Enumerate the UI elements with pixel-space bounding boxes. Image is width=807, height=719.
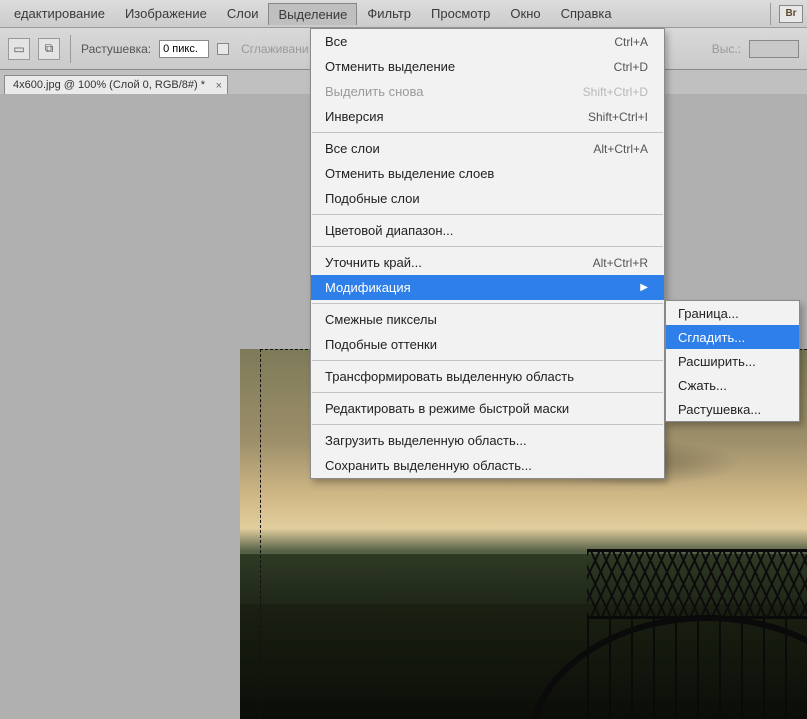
menu-item-label: Сохранить выделенную область... bbox=[325, 458, 648, 473]
menu-item-label: Все слои bbox=[325, 141, 593, 156]
menu-item[interactable]: Уточнить край...Alt+Ctrl+R bbox=[311, 250, 664, 275]
menu-layers[interactable]: Слои bbox=[217, 2, 269, 25]
menu-item[interactable]: Подобные оттенки bbox=[311, 332, 664, 357]
menu-item-shortcut: Alt+Ctrl+A bbox=[593, 142, 648, 156]
menu-item-shortcut: Ctrl+D bbox=[614, 60, 648, 74]
submenu-item-label: Сжать... bbox=[678, 378, 727, 393]
feather-label: Растушевка: bbox=[81, 42, 151, 56]
menu-item-shortcut: Ctrl+A bbox=[614, 35, 648, 49]
menu-item: Выделить сноваShift+Ctrl+D bbox=[311, 79, 664, 104]
menu-item-label: Подобные слои bbox=[325, 191, 648, 206]
menu-item[interactable]: ВсеCtrl+A bbox=[311, 29, 664, 54]
submenu-item-label: Расширить... bbox=[678, 354, 756, 369]
height-field[interactable] bbox=[749, 40, 799, 58]
menu-item-label: Подобные оттенки bbox=[325, 337, 648, 352]
submenu-item-label: Растушевка... bbox=[678, 402, 761, 417]
height-label: Выс.: bbox=[712, 42, 741, 56]
menu-edit[interactable]: едактирование bbox=[4, 2, 115, 25]
menu-item-label: Инверсия bbox=[325, 109, 588, 124]
menu-item[interactable]: Трансформировать выделенную область bbox=[311, 364, 664, 389]
close-icon[interactable]: × bbox=[216, 80, 222, 92]
submenu-item[interactable]: Граница... bbox=[666, 301, 799, 325]
menubar: едактирование Изображение Слои Выделение… bbox=[0, 0, 807, 28]
submenu-item-label: Граница... bbox=[678, 306, 739, 321]
submenu-item[interactable]: Сжать... bbox=[666, 373, 799, 397]
menu-item[interactable]: ИнверсияShift+Ctrl+I bbox=[311, 104, 664, 129]
menu-item-shortcut: Shift+Ctrl+I bbox=[588, 110, 648, 124]
menu-item[interactable]: Редактировать в режиме быстрой маски bbox=[311, 396, 664, 421]
menu-item-shortcut: Alt+Ctrl+R bbox=[593, 256, 648, 270]
menu-view[interactable]: Просмотр bbox=[421, 2, 500, 25]
menu-item-label: Все bbox=[325, 34, 614, 49]
menu-select[interactable]: Выделение bbox=[268, 3, 357, 25]
menu-item-label: Уточнить край... bbox=[325, 255, 593, 270]
menu-item[interactable]: Подобные слои bbox=[311, 186, 664, 211]
menu-item-shortcut: Shift+Ctrl+D bbox=[583, 85, 648, 99]
menu-item[interactable]: Смежные пикселы bbox=[311, 307, 664, 332]
submenu-item[interactable]: Растушевка... bbox=[666, 397, 799, 421]
selection-mode-1-icon[interactable]: ▭ bbox=[8, 38, 30, 60]
submenu-item[interactable]: Расширить... bbox=[666, 349, 799, 373]
submenu-arrow-icon: ▶ bbox=[640, 282, 648, 293]
menu-help[interactable]: Справка bbox=[551, 2, 622, 25]
bridge-button[interactable]: Br bbox=[779, 5, 803, 23]
menu-item-label: Выделить снова bbox=[325, 84, 583, 99]
menu-item[interactable]: Загрузить выделенную область... bbox=[311, 428, 664, 453]
selection-mode-2-icon[interactable]: ⧉ bbox=[38, 38, 60, 60]
menu-item-label: Трансформировать выделенную область bbox=[325, 369, 648, 384]
menu-item[interactable]: Отменить выделениеCtrl+D bbox=[311, 54, 664, 79]
menu-item-label: Редактировать в режиме быстрой маски bbox=[325, 401, 648, 416]
menu-item[interactable]: Цветовой диапазон... bbox=[311, 218, 664, 243]
document-tab-title: 4x600.jpg @ 100% (Слой 0, RGB/8#) * bbox=[13, 79, 205, 91]
menu-image[interactable]: Изображение bbox=[115, 2, 217, 25]
menu-item[interactable]: Все слоиAlt+Ctrl+A bbox=[311, 136, 664, 161]
menu-item-label: Загрузить выделенную область... bbox=[325, 433, 648, 448]
menu-window[interactable]: Окно bbox=[500, 2, 550, 25]
document-tab[interactable]: 4x600.jpg @ 100% (Слой 0, RGB/8#) * × bbox=[4, 75, 228, 94]
menu-item-label: Модификация bbox=[325, 280, 640, 295]
submenu-item-label: Сгладить... bbox=[678, 330, 745, 345]
antialias-label: Сглаживани bbox=[241, 42, 308, 56]
menu-item-label: Отменить выделение слоев bbox=[325, 166, 648, 181]
menu-item[interactable]: Модификация▶ bbox=[311, 275, 664, 300]
select-menu-dropdown: ВсеCtrl+AОтменить выделениеCtrl+DВыделит… bbox=[310, 28, 665, 479]
menu-item[interactable]: Сохранить выделенную область... bbox=[311, 453, 664, 478]
menu-item[interactable]: Отменить выделение слоев bbox=[311, 161, 664, 186]
menu-item-label: Цветовой диапазон... bbox=[325, 223, 648, 238]
antialias-checkbox[interactable] bbox=[217, 43, 229, 55]
menu-item-label: Смежные пикселы bbox=[325, 312, 648, 327]
menu-item-label: Отменить выделение bbox=[325, 59, 614, 74]
feather-input[interactable] bbox=[159, 40, 209, 58]
submenu-item[interactable]: Сгладить... bbox=[666, 325, 799, 349]
menu-filter[interactable]: Фильтр bbox=[357, 2, 421, 25]
modify-submenu: Граница... Сгладить... Расширить... Сжать..… bbox=[665, 300, 800, 422]
